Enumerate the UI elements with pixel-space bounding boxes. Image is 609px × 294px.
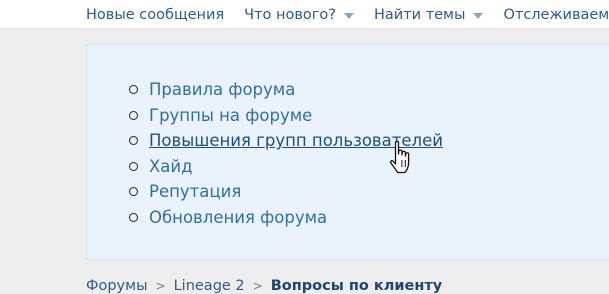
nav-find-threads-label: Найти темы	[374, 6, 466, 23]
chevron-down-icon[interactable]	[344, 12, 354, 19]
nav-watched-label: Отслеживаемо	[503, 6, 609, 23]
list-item: Обновления форума	[129, 205, 443, 231]
list-item: Повышения групп пользователей	[129, 128, 443, 154]
link-hide[interactable]: Хайд	[149, 157, 193, 176]
breadcrumb-separator: >	[252, 279, 263, 293]
nav-whats-new[interactable]: Что нового?	[244, 7, 354, 23]
link-forum-groups[interactable]: Группы на форуме	[149, 106, 312, 125]
bullet-icon	[129, 85, 138, 94]
list-item: Правила форума	[129, 77, 443, 103]
nav-find-threads[interactable]: Найти темы	[374, 6, 484, 23]
breadcrumb-item[interactable]: Lineage 2	[174, 278, 245, 294]
top-navigation-bar: Новые сообщения Что нового? Найти темы О…	[0, 0, 609, 29]
nav-new-posts-label: Новые сообщения	[86, 6, 225, 23]
breadcrumb-item[interactable]: Форумы	[86, 278, 148, 294]
list-item: Группы на форуме	[129, 103, 443, 129]
list-item: Хайд	[129, 154, 443, 180]
link-group-promotions[interactable]: Повышения групп пользователей	[149, 131, 443, 150]
bullet-icon	[129, 110, 138, 120]
breadcrumb-current[interactable]: Вопросы по клиенту	[271, 278, 443, 294]
nav-whats-new-label: Что нового?	[244, 6, 336, 23]
forum-links-list: Правила форума Группы на форуме Повышени…	[129, 77, 443, 231]
link-forum-rules[interactable]: Правила форума	[149, 80, 295, 99]
list-item: Репутация	[129, 179, 443, 205]
breadcrumb-separator: >	[155, 279, 166, 293]
nav-new-posts[interactable]: Новые сообщения	[86, 7, 224, 23]
link-reputation[interactable]: Репутация	[149, 182, 241, 201]
bullet-icon	[129, 161, 138, 171]
link-forum-updates[interactable]: Обновления форума	[149, 208, 327, 227]
chevron-down-icon[interactable]	[473, 12, 484, 19]
main-nav: Новые сообщения Что нового? Найти темы О…	[86, 0, 609, 29]
nav-watched[interactable]: Отслеживаемо	[503, 7, 609, 23]
bullet-icon	[129, 212, 138, 222]
breadcrumb: Форумы > Lineage 2 > Вопросы по клиенту	[86, 278, 442, 294]
